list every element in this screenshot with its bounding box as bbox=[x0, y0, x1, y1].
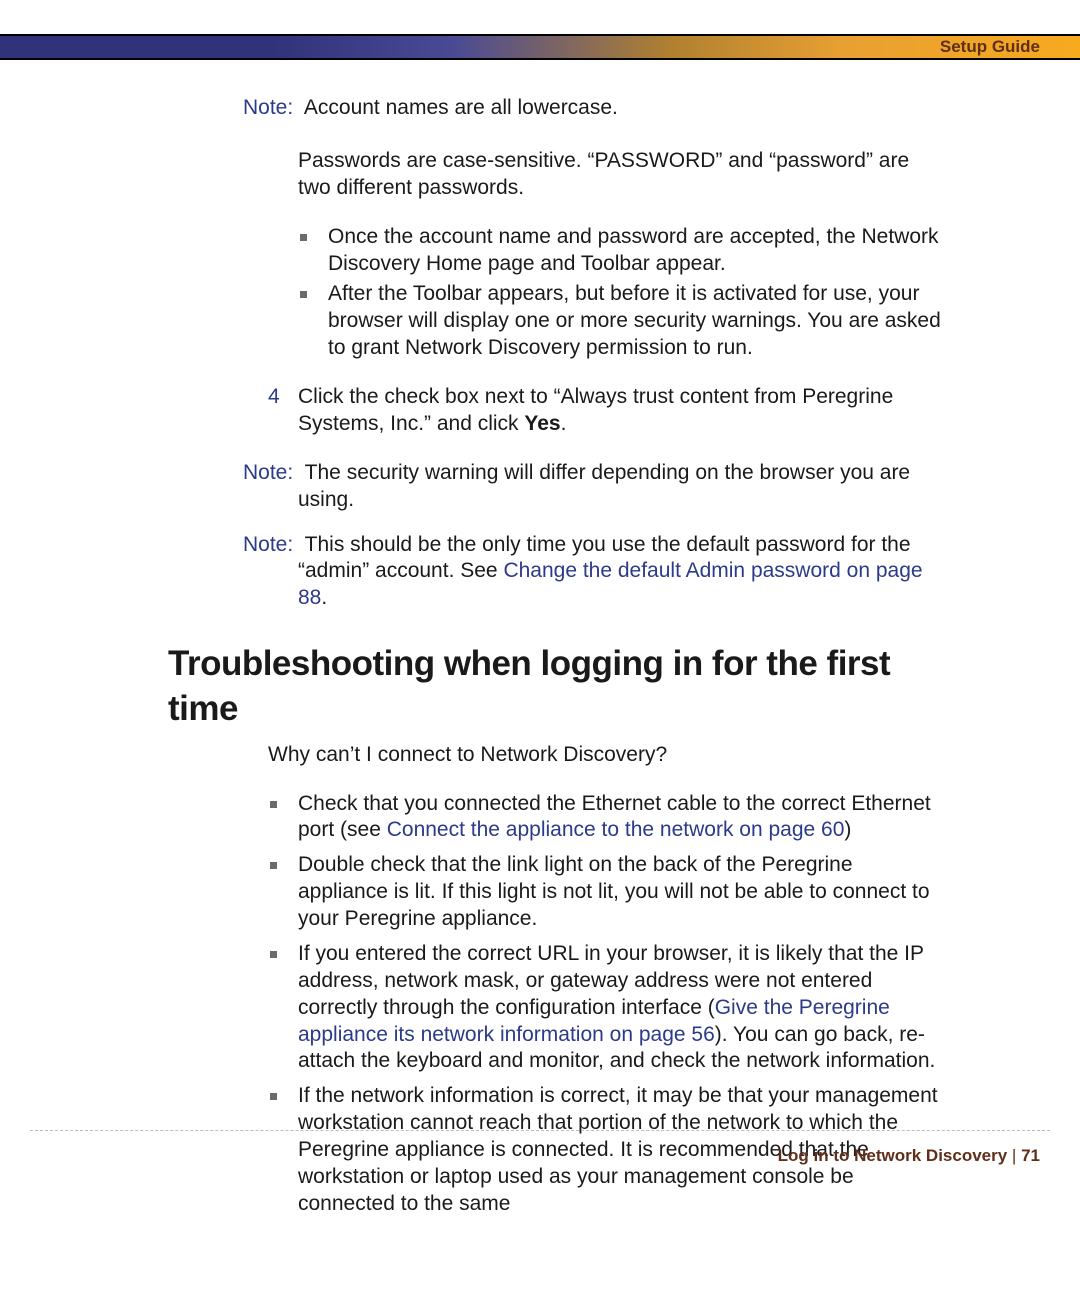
footer-separator bbox=[30, 1130, 1050, 1131]
list-item: Double check that the link light on the … bbox=[298, 852, 943, 933]
section-heading-troubleshooting: Troubleshooting when logging in for the … bbox=[168, 642, 943, 732]
note-label: Note: bbox=[243, 96, 293, 119]
header-title: Setup Guide bbox=[940, 37, 1040, 57]
startup-bullets: Once the account name and password are a… bbox=[168, 224, 943, 362]
tip-text-pre: Double check that the link light on the … bbox=[298, 853, 930, 930]
note-account-names: Note: Account names are all lowercase. bbox=[168, 95, 943, 122]
step-text-pre: Click the check box next to “Always trus… bbox=[298, 385, 893, 435]
note-text: The security warning will differ dependi… bbox=[298, 461, 910, 511]
list-item: Check that you connected the Ethernet ca… bbox=[298, 791, 943, 845]
note-text: Account names are all lowercase. bbox=[304, 96, 618, 119]
troubleshoot-question: Why can’t I connect to Network Discovery… bbox=[168, 742, 943, 769]
step-number: 4 bbox=[268, 384, 298, 438]
document-page: Setup Guide Note: Account names are all … bbox=[0, 0, 1080, 1296]
list-item: If you entered the correct URL in your b… bbox=[298, 941, 943, 1075]
header-bar: Setup Guide bbox=[0, 34, 1080, 60]
page-content: Note: Account names are all lowercase. P… bbox=[168, 95, 943, 1226]
tip-text-post: ) bbox=[844, 818, 851, 841]
list-item: After the Toolbar appears, but before it… bbox=[328, 281, 943, 362]
passwords-paragraph: Passwords are case-sensitive. “PASSWORD”… bbox=[168, 148, 943, 202]
note-default-password: Note: This should be the only time you u… bbox=[168, 532, 943, 613]
step-text-bold: Yes bbox=[524, 412, 560, 435]
step-4: 4 Click the check box next to “Always tr… bbox=[168, 384, 943, 438]
note-security-warning: Note: The security warning will differ d… bbox=[168, 460, 943, 514]
note-label: Note: bbox=[243, 533, 293, 556]
list-item: Once the account name and password are a… bbox=[328, 224, 943, 278]
note-text-post: . bbox=[321, 586, 327, 609]
footer-page-number: 71 bbox=[1021, 1146, 1040, 1165]
note-label: Note: bbox=[243, 461, 293, 484]
footer-sep-char: | bbox=[1007, 1146, 1021, 1165]
footer: Log in to Network Discovery | 71 bbox=[778, 1146, 1040, 1166]
footer-chapter: Log in to Network Discovery bbox=[778, 1146, 1008, 1165]
step-text-post: . bbox=[561, 412, 567, 435]
link-connect-appliance[interactable]: Connect the appliance to the network on … bbox=[387, 818, 845, 841]
step-body: Click the check box next to “Always trus… bbox=[298, 384, 943, 438]
